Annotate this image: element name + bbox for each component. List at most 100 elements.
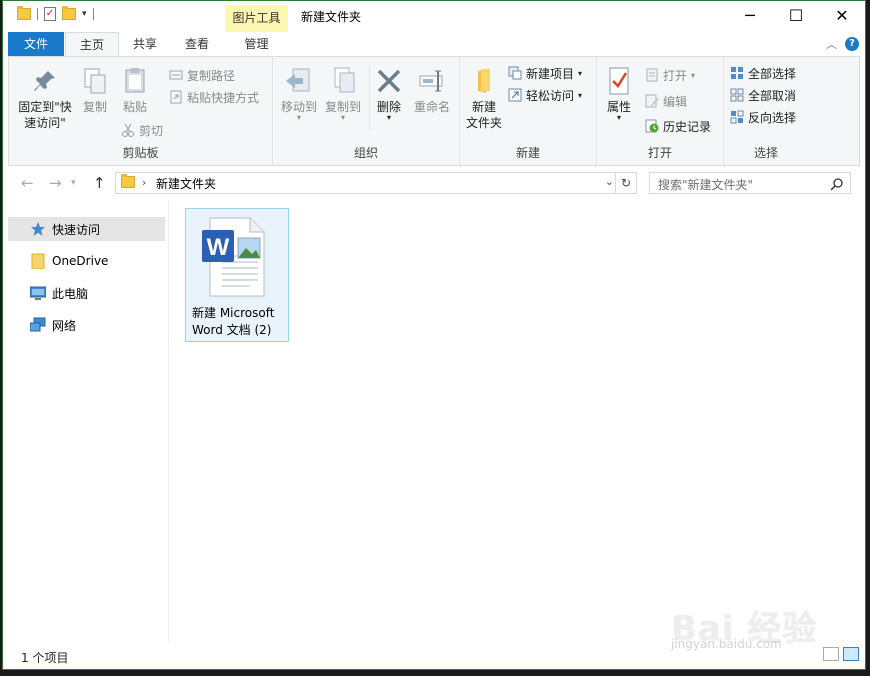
help-icon[interactable]: ? xyxy=(845,37,859,51)
maximize-button[interactable]: ☐ xyxy=(773,1,819,32)
invert-selection-label: 反向选择 xyxy=(748,110,797,125)
easy-access-icon xyxy=(508,88,522,102)
tab-home[interactable]: 主页 xyxy=(65,32,119,56)
minimize-button[interactable]: ─ xyxy=(727,1,773,32)
new-item-icon xyxy=(508,66,522,80)
title-bar: ✓ ▾ 图片工具 新建文件夹 ─ ☐ ✕ xyxy=(3,1,865,33)
nav-label: 网络 xyxy=(52,318,77,333)
star-icon xyxy=(30,221,46,237)
breadcrumb-chevron-icon[interactable]: › xyxy=(142,176,146,189)
select-all-button[interactable]: 全部选择 xyxy=(730,63,796,83)
delete-button[interactable]: 删除 ▾ xyxy=(373,65,405,122)
quick-access-toolbar: ✓ ▾ xyxy=(17,6,94,21)
copy-to-button[interactable]: 复制到 ▾ xyxy=(321,65,365,122)
nav-item-onedrive[interactable]: OneDrive xyxy=(8,249,165,273)
open-label: 打开 xyxy=(663,68,688,83)
copy-button[interactable]: 复制 xyxy=(77,65,113,115)
move-to-icon xyxy=(283,65,315,97)
file-item-word-document[interactable]: W 新建 Microsoft Word 文档 (2) xyxy=(185,208,289,342)
item-count: 1 个项目 xyxy=(21,651,69,665)
new-item-label: 新建项目 xyxy=(526,66,575,81)
new-folder-button[interactable]: 新建 文件夹 xyxy=(462,65,506,131)
select-none-icon xyxy=(730,88,744,102)
select-all-icon xyxy=(730,66,744,80)
paste-icon xyxy=(119,65,151,97)
close-button[interactable]: ✕ xyxy=(819,1,865,32)
address-bar[interactable]: › 新建文件夹 ⌄ ↻ xyxy=(115,172,637,194)
rename-button[interactable]: 重命名 xyxy=(409,65,455,115)
search-icon[interactable] xyxy=(830,176,844,195)
up-arrow-icon[interactable]: ↑ xyxy=(93,174,106,192)
edit-label: 编辑 xyxy=(663,94,688,109)
paste-shortcut-label: 粘贴快捷方式 xyxy=(187,90,260,105)
copy-path-button[interactable]: 复制路径 xyxy=(169,65,235,85)
nav-item-network[interactable]: 网络 xyxy=(8,313,165,337)
history-button[interactable]: 历史记录 xyxy=(645,116,711,136)
window-title: 新建文件夹 xyxy=(301,10,362,24)
easy-access-label: 轻松访问 xyxy=(526,88,575,103)
rename-label: 重命名 xyxy=(413,100,450,114)
recent-chevron-icon[interactable]: ▾ xyxy=(71,178,76,188)
nav-item-this-pc[interactable]: 此电脑 xyxy=(8,281,165,305)
svg-text:W: W xyxy=(207,234,230,261)
network-icon xyxy=(29,317,46,333)
divider xyxy=(37,8,38,20)
forward-arrow-icon[interactable]: → xyxy=(49,174,62,192)
customize-qat-chevron-icon[interactable]: ▾ xyxy=(82,9,87,19)
tab-view[interactable]: 查看 xyxy=(171,32,223,56)
new-item-button[interactable]: 新建项目 ▾ xyxy=(508,63,582,83)
group-new: 新建 文件夹 新建项目 ▾ 轻松访问 ▾ 新建 xyxy=(460,57,597,165)
edit-button[interactable]: 编辑 xyxy=(645,91,687,111)
group-select: 全部选择 全部取消 反向选择 选择 xyxy=(724,57,808,165)
history-icon xyxy=(645,119,659,133)
group-label-new: 新建 xyxy=(515,146,540,160)
navigation-pane: 快速访问 OneDrive 此电脑 网络 xyxy=(3,213,167,633)
group-label-open: 打开 xyxy=(647,146,672,160)
view-switcher xyxy=(823,647,859,661)
open-button[interactable]: 打开 ▾ xyxy=(645,65,695,85)
nav-label: 快速访问 xyxy=(52,222,101,237)
details-view-icon[interactable] xyxy=(823,647,839,661)
refresh-icon[interactable]: ↻ xyxy=(615,173,636,193)
chevron-down-icon: ▾ xyxy=(578,68,583,78)
properties-button[interactable]: 属性 ▾ xyxy=(599,65,639,122)
large-icons-view-icon[interactable] xyxy=(843,647,859,661)
context-tab-picture-tools: 图片工具 xyxy=(225,5,288,33)
paste-button[interactable]: 粘贴 xyxy=(115,65,155,115)
invert-selection-icon xyxy=(730,110,744,124)
select-all-label: 全部选择 xyxy=(748,66,797,81)
copy-icon xyxy=(79,65,111,97)
select-none-button[interactable]: 全部取消 xyxy=(730,85,796,105)
easy-access-button[interactable]: 轻松访问 ▾ xyxy=(508,85,582,105)
address-history-chevron-icon[interactable]: ⌄ xyxy=(605,175,614,188)
folder-icon xyxy=(17,6,31,20)
group-clipboard: 固定到"快 速访问" 复制 粘贴 复制路径 粘贴快捷方式 剪切 剪贴板 xyxy=(9,57,273,165)
search-input[interactable]: 搜索"新建文件夹" xyxy=(649,172,851,194)
divider xyxy=(369,65,370,129)
cut-button[interactable]: 剪切 xyxy=(121,120,163,140)
new-folder-icon[interactable] xyxy=(62,6,76,20)
word-document-icon: W xyxy=(200,216,266,298)
open-icon xyxy=(645,68,659,82)
pin-quick-access-button[interactable]: 固定到"快 速访问" xyxy=(15,65,75,131)
watermark-url: jingyan.baidu.com xyxy=(671,637,782,651)
tab-file[interactable]: 文件 xyxy=(8,32,64,56)
properties-icon[interactable]: ✓ xyxy=(44,7,56,21)
collapse-ribbon-chevron-icon[interactable]: ︿ xyxy=(826,36,837,52)
new-folder-label-line2: 文件夹 xyxy=(465,116,502,130)
breadcrumb-current-folder[interactable]: 新建文件夹 xyxy=(156,175,216,192)
back-arrow-icon[interactable]: ← xyxy=(21,174,34,192)
group-organize: 移动到 ▾ 复制到 ▾ 删除 ▾ 重命名 组织 xyxy=(273,57,460,165)
invert-selection-button[interactable]: 反向选择 xyxy=(730,107,796,127)
nav-label: 此电脑 xyxy=(52,286,89,301)
tab-manage[interactable]: 管理 xyxy=(225,32,288,56)
move-to-button[interactable]: 移动到 ▾ xyxy=(277,65,321,122)
scissors-icon xyxy=(121,123,135,137)
copy-to-icon xyxy=(327,65,359,97)
nav-item-quick-access[interactable]: 快速访问 xyxy=(8,217,165,241)
paste-shortcut-button[interactable]: 粘贴快捷方式 xyxy=(169,87,259,107)
file-name-line2: Word 文档 (2) xyxy=(192,323,272,337)
cut-label: 剪切 xyxy=(139,123,164,138)
tab-share[interactable]: 共享 xyxy=(121,32,169,56)
address-row: ← → ▾ ↑ › 新建文件夹 ⌄ ↻ 搜索"新建文件夹" xyxy=(3,167,865,199)
